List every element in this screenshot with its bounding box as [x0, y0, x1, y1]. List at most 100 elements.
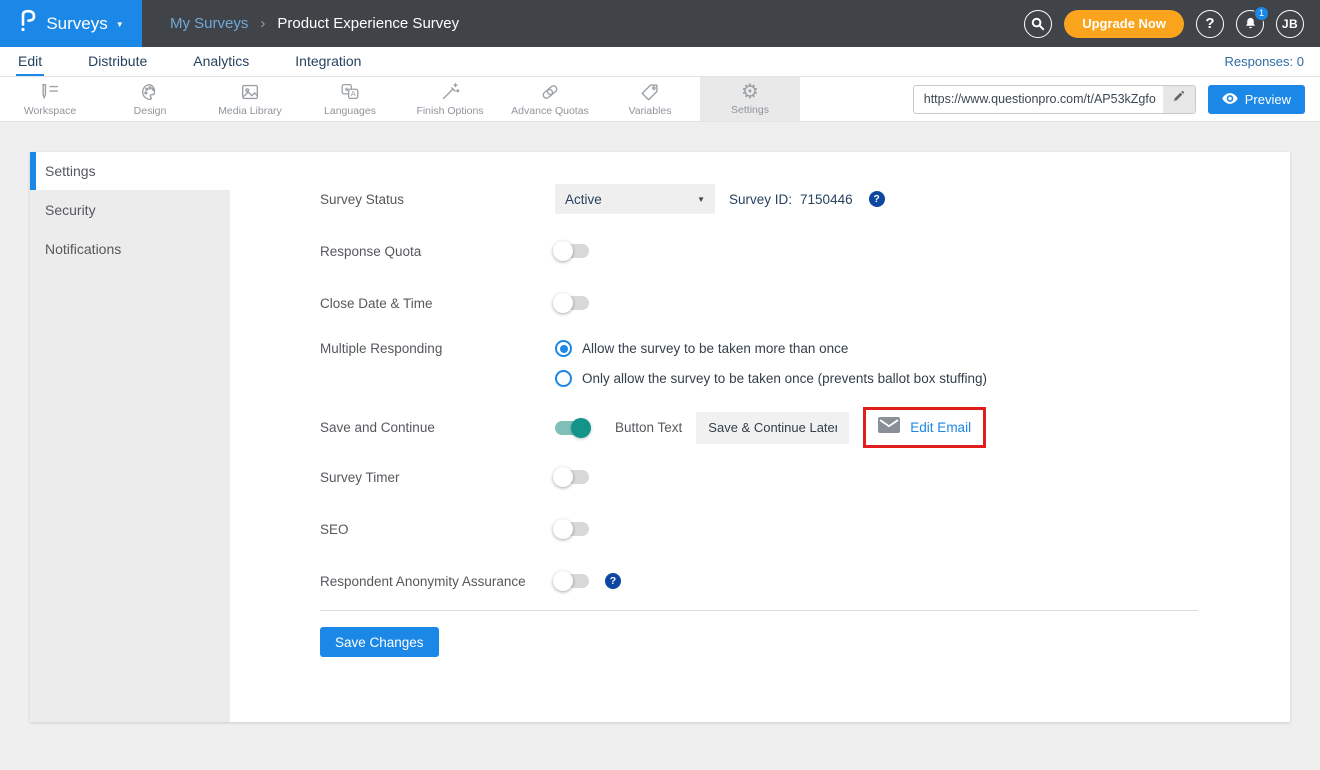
save-changes-button[interactable]: Save Changes [320, 627, 439, 657]
toolbar-item-settings[interactable]: ⚙ Settings [700, 77, 800, 121]
row-survey-status: Survey Status Active ▼ Survey ID: 715044… [320, 184, 1290, 214]
responses-count: Responses: 0 [1225, 47, 1305, 76]
help-button[interactable]: ? [1196, 10, 1224, 38]
chevron-down-icon: ▼ [697, 195, 705, 204]
toggle-knob [553, 241, 573, 261]
multiple-responding-label: Multiple Responding [320, 341, 555, 356]
row-survey-timer: Survey Timer [320, 462, 1290, 492]
edit-email-link[interactable]: Edit Email [910, 420, 971, 435]
breadcrumb-my-surveys[interactable]: My Surveys [170, 15, 248, 32]
toggle-knob [571, 418, 591, 438]
sidebar-item-settings[interactable]: Settings [30, 152, 230, 190]
anonymity-toggle[interactable] [555, 574, 589, 588]
app-header: Surveys ▼ My Surveys › Product Experienc… [0, 0, 1320, 47]
sidebar-item-security[interactable]: Security [30, 190, 230, 229]
account-avatar[interactable]: JB [1276, 10, 1304, 38]
page-content: Settings Security Notifications Survey S… [0, 122, 1320, 722]
search-button[interactable] [1024, 10, 1052, 38]
product-name: Surveys [46, 14, 107, 34]
radio-only-once[interactable]: Only allow the survey to be taken once (… [555, 370, 987, 387]
toggle-knob [553, 467, 573, 487]
survey-status-label: Survey Status [320, 192, 555, 207]
toolbar-item-design[interactable]: Design [100, 77, 200, 121]
wand-icon [439, 81, 461, 103]
settings-form: Survey Status Active ▼ Survey ID: 715044… [230, 152, 1290, 722]
tab-integration[interactable]: Integration [293, 47, 363, 76]
anonymity-label: Respondent Anonymity Assurance [320, 574, 555, 589]
edit-url-button[interactable] [1163, 86, 1195, 113]
toolbar-right: Preview [913, 77, 1320, 121]
survey-timer-label: Survey Timer [320, 470, 555, 485]
seo-label: SEO [320, 522, 555, 537]
sidebar-filler [30, 268, 230, 722]
brand-menu[interactable]: Surveys ▼ [0, 0, 142, 47]
multiple-responding-options: Allow the survey to be taken more than o… [555, 340, 987, 387]
header-actions: Upgrade Now ? 1 JB [1024, 0, 1320, 47]
close-date-time-toggle[interactable] [555, 296, 589, 310]
toggle-knob [553, 519, 573, 539]
toolbar-item-media-library[interactable]: Media Library [200, 77, 300, 121]
questionpro-logo-icon [18, 8, 38, 39]
toolbar-item-workspace[interactable]: Workspace [0, 77, 100, 121]
image-icon [239, 81, 261, 103]
upgrade-now-button[interactable]: Upgrade Now [1064, 10, 1184, 38]
save-and-continue-label: Save and Continue [320, 420, 555, 435]
chain-icon [539, 81, 561, 103]
chevron-down-icon: ▼ [116, 20, 124, 29]
tab-edit[interactable]: Edit [16, 47, 44, 76]
survey-id-help-icon[interactable]: ? [869, 191, 885, 207]
pencil-icon [1172, 90, 1185, 108]
radio-icon[interactable] [555, 370, 572, 387]
question-icon: ? [1205, 15, 1214, 32]
notifications-button[interactable]: 1 [1236, 10, 1264, 38]
breadcrumb-current-survey: Product Experience Survey [277, 15, 459, 32]
sidebar-item-notifications[interactable]: Notifications [30, 229, 230, 268]
edit-toolbar: Workspace Design Media Library ★ A [0, 77, 1320, 122]
survey-id-value: 7150446 [800, 192, 853, 207]
row-multiple-responding: Multiple Responding Allow the survey to … [320, 340, 1290, 387]
survey-url-input[interactable] [914, 92, 1163, 106]
tag-icon [639, 81, 661, 103]
row-response-quota: Response Quota [320, 236, 1290, 266]
row-close-date-time: Close Date & Time [320, 288, 1290, 318]
button-text-label: Button Text [615, 420, 682, 435]
breadcrumb: My Surveys › Product Experience Survey [170, 0, 1024, 47]
close-date-time-label: Close Date & Time [320, 296, 555, 311]
radio-icon[interactable] [555, 340, 572, 357]
toolbar-item-finish-options[interactable]: Finish Options [400, 77, 500, 121]
response-quota-toggle[interactable] [555, 244, 589, 258]
response-quota-label: Response Quota [320, 244, 555, 259]
notification-count-badge: 1 [1254, 6, 1269, 21]
toggle-knob [553, 293, 573, 313]
envelope-icon [878, 417, 900, 438]
row-save-and-continue: Save and Continue Button Text Edit Email [320, 407, 1290, 448]
survey-tab-nav: Edit Distribute Analytics Integration Re… [0, 47, 1320, 77]
survey-timer-toggle[interactable] [555, 470, 589, 484]
tab-distribute[interactable]: Distribute [86, 47, 149, 76]
palette-icon [139, 81, 161, 103]
edit-email-highlight[interactable]: Edit Email [863, 407, 986, 448]
workspace-icon [39, 81, 61, 103]
form-divider [320, 610, 1198, 611]
survey-status-select[interactable]: Active ▼ [555, 184, 715, 214]
svg-text:A: A [351, 89, 356, 98]
breadcrumb-separator: › [260, 15, 265, 32]
anonymity-help-icon[interactable]: ? [605, 573, 621, 589]
preview-button[interactable]: Preview [1208, 85, 1305, 114]
radio-allow-multiple[interactable]: Allow the survey to be taken more than o… [555, 340, 987, 357]
row-seo: SEO [320, 514, 1290, 544]
survey-id-label: Survey ID: [729, 192, 792, 207]
toolbar-item-variables[interactable]: Variables [600, 77, 700, 121]
tab-analytics[interactable]: Analytics [191, 47, 251, 76]
toolbar-item-advance-quotas[interactable]: Advance Quotas [500, 77, 600, 121]
survey-url-field [913, 85, 1196, 114]
toolbar-item-languages[interactable]: ★ A Languages [300, 77, 400, 121]
save-and-continue-toggle[interactable] [555, 421, 589, 435]
button-text-input[interactable] [696, 412, 849, 444]
gear-icon: ⚙ [741, 82, 759, 102]
settings-sidebar: Settings Security Notifications [30, 152, 230, 722]
eye-icon [1222, 92, 1238, 107]
search-icon [1031, 17, 1045, 31]
seo-toggle[interactable] [555, 522, 589, 536]
settings-card: Settings Security Notifications Survey S… [30, 152, 1290, 722]
